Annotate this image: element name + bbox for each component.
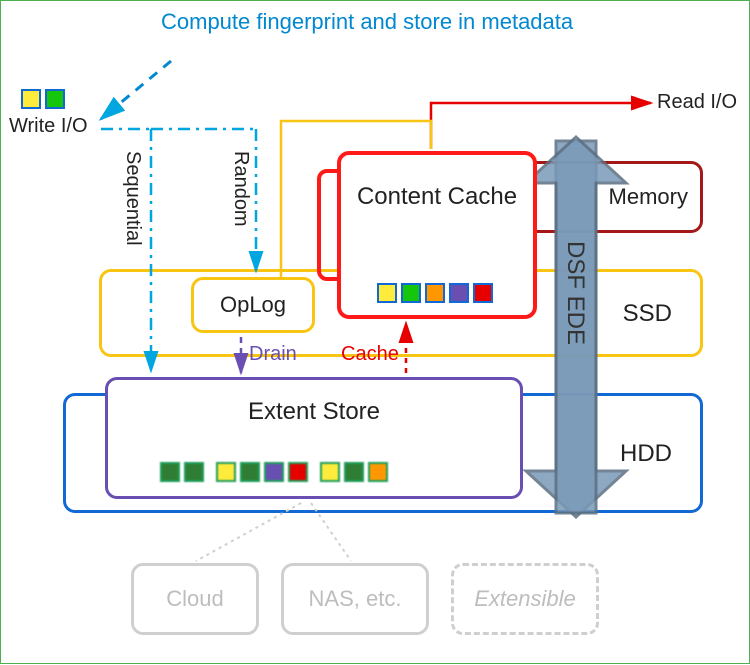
drain-label: Drain <box>249 343 297 366</box>
oplog-label: OpLog <box>194 292 312 318</box>
data-block <box>160 462 180 482</box>
data-block <box>473 283 493 303</box>
extent-store: Extent Store <box>105 377 523 499</box>
tier-memory-label: Memory <box>609 184 688 210</box>
extensible-cloud-label: Cloud <box>166 586 223 612</box>
data-block <box>216 462 236 482</box>
oplog: OpLog <box>191 277 315 333</box>
tier-memory: Memory <box>513 161 703 233</box>
data-block <box>21 89 41 109</box>
data-block <box>344 462 364 482</box>
cache-blocks <box>377 283 493 303</box>
write-io-blocks <box>21 89 65 109</box>
diagram-title: Compute fingerprint and store in metadat… <box>161 9 511 35</box>
data-block <box>377 283 397 303</box>
data-block <box>401 283 421 303</box>
data-block <box>45 89 65 109</box>
dsf-ede-label: DSF EDE <box>561 241 589 345</box>
extensible-other-label: Extensible <box>474 586 576 612</box>
data-block <box>425 283 445 303</box>
write-io-label: Write I/O <box>9 115 88 138</box>
extent-blocks <box>160 462 388 482</box>
content-cache-label: Content Cache <box>341 183 533 212</box>
data-block <box>449 283 469 303</box>
content-cache: Content Cache <box>337 151 537 319</box>
extensible-nas: NAS, etc. <box>281 563 429 635</box>
data-block <box>184 462 204 482</box>
data-block <box>288 462 308 482</box>
tier-ssd-label: SSD <box>623 300 672 328</box>
data-block <box>264 462 284 482</box>
extent-store-label: Extent Store <box>108 398 520 426</box>
data-block <box>320 462 340 482</box>
extensible-cloud: Cloud <box>131 563 259 635</box>
architecture-diagram: Compute fingerprint and store in metadat… <box>0 0 750 664</box>
random-label: Random <box>229 151 252 227</box>
data-block <box>368 462 388 482</box>
read-io-label: Read I/O <box>657 91 737 114</box>
extensible-nas-label: NAS, etc. <box>309 586 402 612</box>
sequential-label: Sequential <box>121 151 144 246</box>
cache-label: Cache <box>341 343 399 366</box>
tier-hdd-label: HDD <box>620 440 672 468</box>
extensible-other: Extensible <box>451 563 599 635</box>
data-block <box>240 462 260 482</box>
